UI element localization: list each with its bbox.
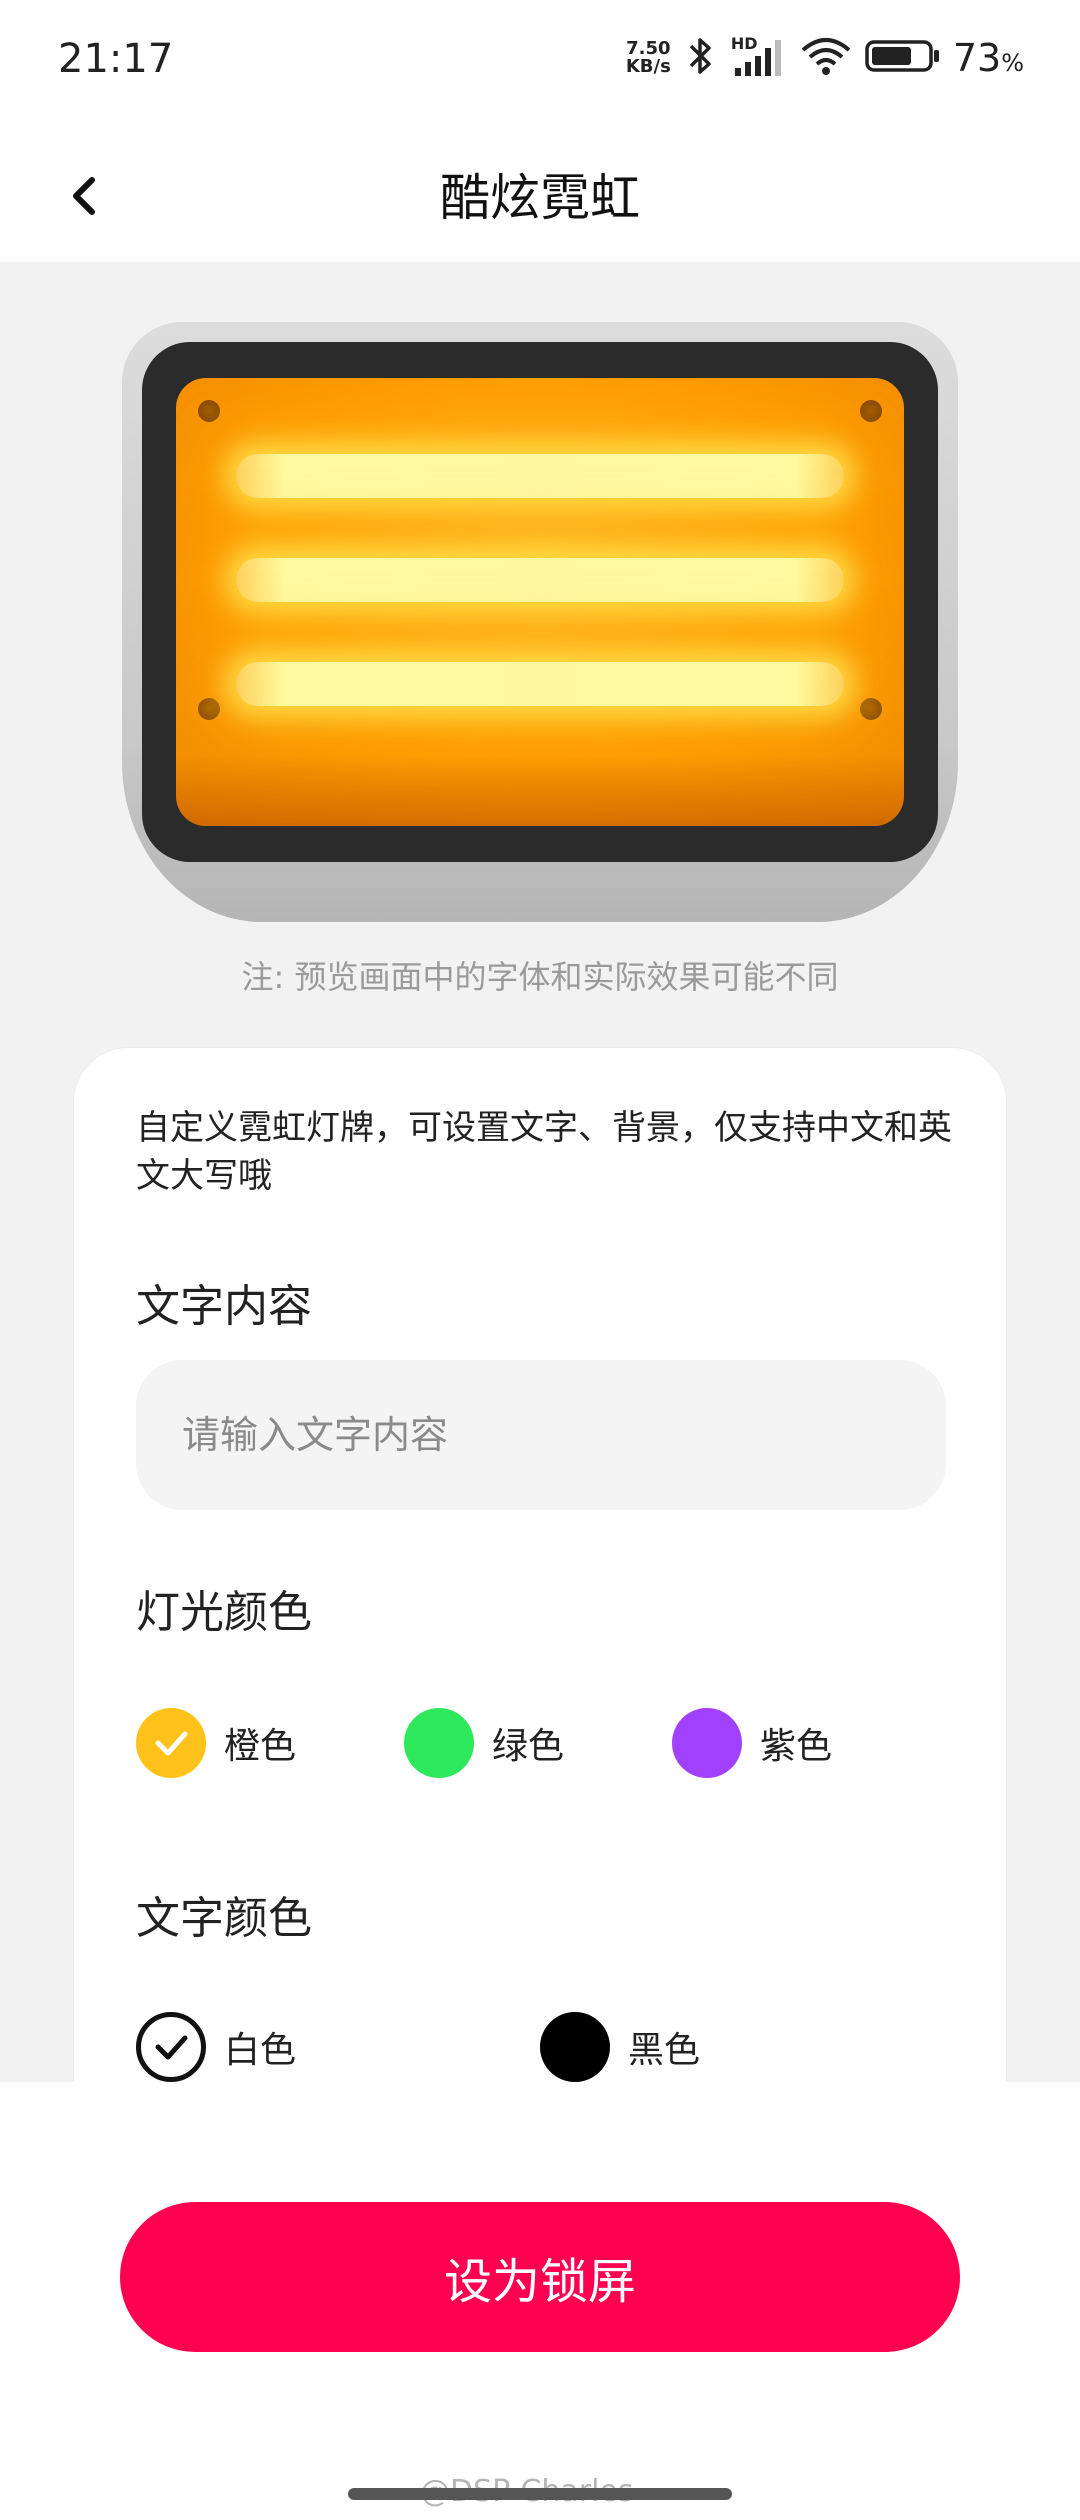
text-color-title: 文字颜色 [136,1893,312,1944]
app-header: 酷炫霓虹 [0,130,1080,262]
wifi-icon [799,36,853,80]
orange-swatch [136,1708,206,1778]
preview-note: 注: 预览画面中的字体和实际效果可能不同 [241,958,839,996]
status-time: 21:17 [58,36,174,82]
white-swatch [136,2012,206,2082]
green-swatch [404,1708,474,1778]
check-icon [155,1731,188,1756]
sign-light-panel [176,378,904,826]
battery-percent: 73% [953,36,1024,80]
screw-icon [860,698,882,720]
screw-icon [860,400,882,422]
settings-card: 自定义霓虹灯牌，可设置文字、背景，仅支持中文和英文大写哦 文字内容 灯光颜色 橙… [74,1048,1006,2082]
settings-description: 自定义霓虹灯牌，可设置文字、背景，仅支持中文和英文大写哦 [136,1108,952,1196]
network-speed-unit: KB/s [625,56,671,77]
text-color-white[interactable]: 白色 [136,2012,296,2082]
black-swatch [540,2012,610,2082]
light-color-green[interactable]: 绿色 [404,1708,564,1778]
battery-percent-unit: % [1001,49,1024,77]
light-color-orange[interactable]: 橙色 [136,1708,296,1778]
network-speed: 7.50 KB/s [626,40,671,76]
light-color-label: 绿色 [492,1726,565,1767]
page-title: 酷炫霓虹 [440,169,640,227]
neon-line [236,558,844,602]
text-content-title: 文字内容 [136,1281,312,1332]
status-icons: 7.50 KB/s HD 73% [626,34,1024,80]
screw-icon [198,698,220,720]
signal-icon: HD [731,34,787,78]
text-color-black[interactable]: 黑色 [540,2012,700,2082]
light-color-label: 橙色 [224,1726,297,1767]
neon-sign-preview [122,322,958,922]
screw-icon [198,400,220,422]
set-lockscreen-button[interactable]: 设为锁屏 [120,2202,960,2352]
purple-swatch [672,1708,742,1778]
battery-icon [865,36,941,80]
light-color-title: 灯光颜色 [136,1587,312,1638]
battery-percent-value: 73 [952,36,1002,80]
text-color-label: 黑色 [628,2030,701,2071]
text-content-input[interactable] [136,1360,946,1510]
home-indicator[interactable] [348,2488,732,2500]
text-color-label: 白色 [224,2030,297,2071]
light-color-purple[interactable]: 紫色 [672,1708,832,1778]
bottom-action-area: 设为锁屏 @DSP-Charles [0,2082,1080,2520]
bluetooth-icon [683,36,719,80]
neon-line [236,454,844,498]
neon-line [236,662,844,706]
status-bar: 21:17 7.50 KB/s HD 73% [0,0,1080,130]
check-icon [155,2035,188,2060]
light-color-label: 紫色 [760,1726,833,1767]
